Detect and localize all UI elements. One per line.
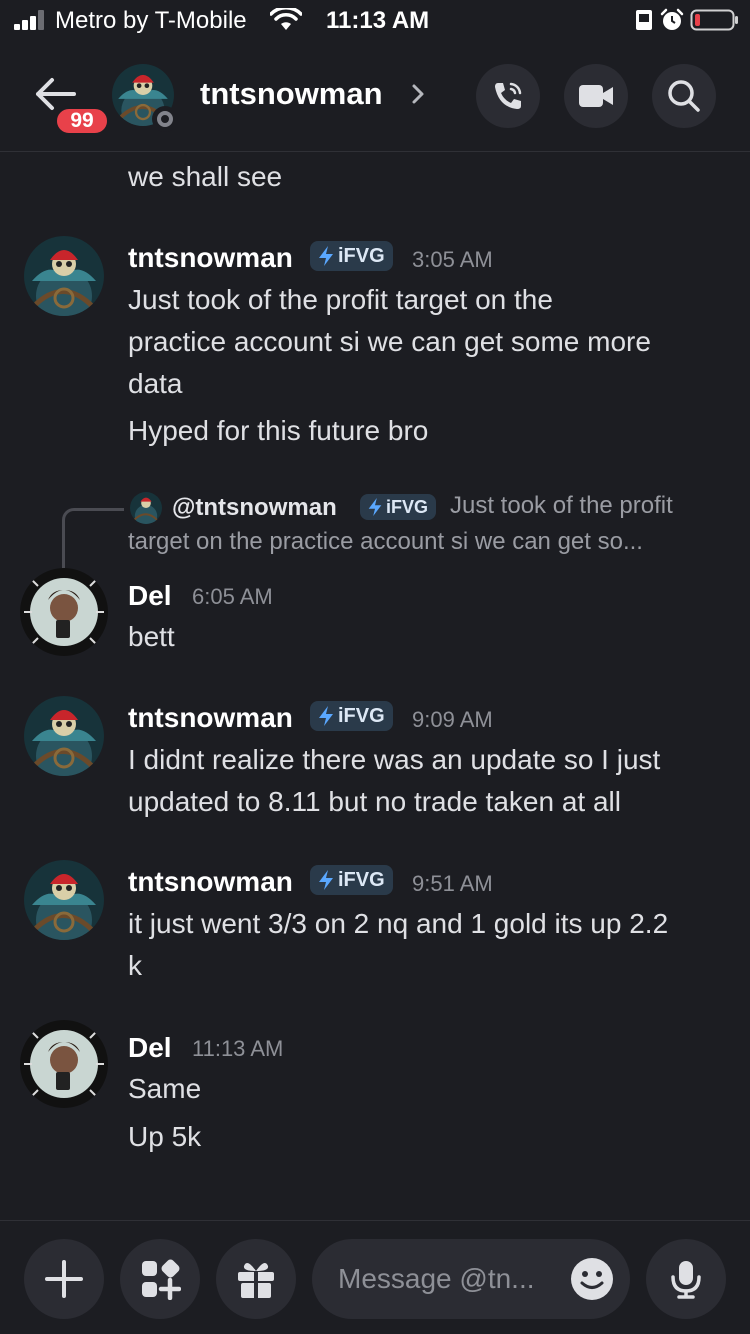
message-line: updated to 8.11 but no trade taken at al… bbox=[128, 786, 621, 817]
microphone-icon bbox=[671, 1261, 701, 1299]
cell-signal-icon bbox=[14, 10, 48, 30]
message-text: we shall see bbox=[128, 161, 283, 192]
emoji-icon[interactable] bbox=[570, 1257, 614, 1301]
user-photo-avatar-image bbox=[20, 568, 108, 656]
pirate-skeleton-avatar-image bbox=[130, 492, 162, 524]
wifi-icon bbox=[270, 8, 302, 30]
avatar[interactable] bbox=[24, 236, 104, 316]
offline-status-indicator bbox=[152, 106, 178, 132]
message-list[interactable]: we shall see tntsnowman iFVG 3:05 AM Jus… bbox=[0, 152, 750, 1220]
avatar[interactable] bbox=[24, 860, 104, 940]
role-tag[interactable]: iFVG bbox=[310, 865, 393, 895]
message-timestamp: 9:51 AM bbox=[412, 871, 493, 896]
apps-button[interactable] bbox=[120, 1239, 200, 1319]
message-line: practice account si we can get some more bbox=[128, 326, 651, 357]
message-author[interactable]: tntsnowman bbox=[128, 866, 293, 898]
message-input-container[interactable] bbox=[312, 1239, 630, 1319]
video-camera-icon bbox=[579, 85, 613, 107]
message-line: k bbox=[128, 950, 142, 981]
phone-call-icon bbox=[495, 82, 522, 109]
chevron-right-icon[interactable] bbox=[410, 82, 426, 106]
apps-icon bbox=[142, 1259, 181, 1300]
pirate-skeleton-avatar-image bbox=[24, 236, 104, 316]
message-text: Up 5k bbox=[128, 1121, 202, 1152]
lightning-bolt-icon bbox=[319, 706, 333, 726]
status-bar: Metro by T-Mobile 11:13 AM bbox=[0, 0, 750, 42]
alarm-icon bbox=[660, 8, 684, 30]
message-line: Just took of the profit target on the bbox=[128, 284, 553, 315]
unread-count-badge: 99 bbox=[54, 106, 110, 136]
message-text: bett bbox=[128, 621, 175, 652]
plus-icon bbox=[45, 1260, 83, 1298]
message-text: Hyped for this future bro bbox=[128, 415, 429, 446]
attach-button[interactable] bbox=[24, 1239, 104, 1319]
message-author[interactable]: Del bbox=[128, 1032, 172, 1064]
gift-icon bbox=[238, 1262, 274, 1298]
role-tag[interactable]: iFVG bbox=[310, 241, 393, 271]
search-button[interactable] bbox=[652, 64, 716, 128]
role-name: iFVG bbox=[338, 244, 385, 267]
role-name: iFVG bbox=[338, 704, 385, 727]
chat-header: 99 tntsnowman bbox=[0, 42, 750, 152]
message-timestamp: 3:05 AM bbox=[412, 247, 493, 272]
composer-bar bbox=[0, 1220, 750, 1334]
message-timestamp: 9:09 AM bbox=[412, 707, 493, 732]
gift-button[interactable] bbox=[216, 1239, 296, 1319]
message-author[interactable]: Del bbox=[128, 580, 172, 612]
message-line: I didnt realize there was an update so I… bbox=[128, 744, 661, 775]
battery-icon bbox=[690, 9, 738, 31]
pirate-skeleton-avatar-image bbox=[24, 860, 104, 940]
message-text: Same bbox=[128, 1073, 202, 1104]
message-text: Just took of the profit target on the pr… bbox=[128, 279, 728, 405]
avatar[interactable] bbox=[20, 1020, 108, 1108]
message-line: it just went 3/3 on 2 nq and 1 gold its … bbox=[128, 908, 669, 939]
role-tag[interactable]: iFVG bbox=[310, 701, 393, 731]
voice-message-button[interactable] bbox=[646, 1239, 726, 1319]
message-timestamp: 11:13 AM bbox=[192, 1036, 284, 1061]
avatar[interactable] bbox=[20, 568, 108, 656]
reply-role-tag[interactable]: iFVG bbox=[360, 494, 437, 520]
message-author[interactable]: tntsnowman bbox=[128, 702, 293, 734]
status-time: 11:13 AM bbox=[326, 7, 430, 34]
reply-preview-text[interactable]: target on the practice account si we can… bbox=[128, 528, 643, 556]
message-timestamp: 6:05 AM bbox=[192, 584, 273, 609]
message-text: I didnt realize there was an update so I… bbox=[128, 739, 728, 823]
lightning-bolt-icon bbox=[368, 498, 382, 516]
video-call-button[interactable] bbox=[564, 64, 628, 128]
reply-connector-line bbox=[62, 508, 124, 568]
reply-avatar[interactable] bbox=[130, 492, 162, 524]
avatar[interactable] bbox=[24, 696, 104, 776]
user-photo-avatar-image bbox=[20, 1020, 108, 1108]
message-line: data bbox=[128, 368, 183, 399]
search-icon bbox=[668, 80, 700, 112]
voice-call-button[interactable] bbox=[476, 64, 540, 128]
message-text: it just went 3/3 on 2 nq and 1 gold its … bbox=[128, 903, 728, 987]
lightning-bolt-icon bbox=[319, 246, 333, 266]
message-author[interactable]: tntsnowman bbox=[128, 242, 293, 274]
channel-name[interactable]: tntsnowman bbox=[200, 76, 383, 112]
role-name: iFVG bbox=[386, 496, 429, 517]
role-name: iFVG bbox=[338, 868, 385, 891]
carrier-name: Metro by T-Mobile bbox=[55, 7, 247, 34]
pirate-skeleton-avatar-image bbox=[24, 696, 104, 776]
lightning-bolt-icon bbox=[319, 870, 333, 890]
message-input[interactable] bbox=[338, 1239, 558, 1319]
reply-preview-text[interactable]: Just took of the profit bbox=[450, 492, 673, 520]
orientation-lock-icon bbox=[636, 10, 652, 30]
reply-author[interactable]: @tntsnowman bbox=[172, 494, 337, 522]
